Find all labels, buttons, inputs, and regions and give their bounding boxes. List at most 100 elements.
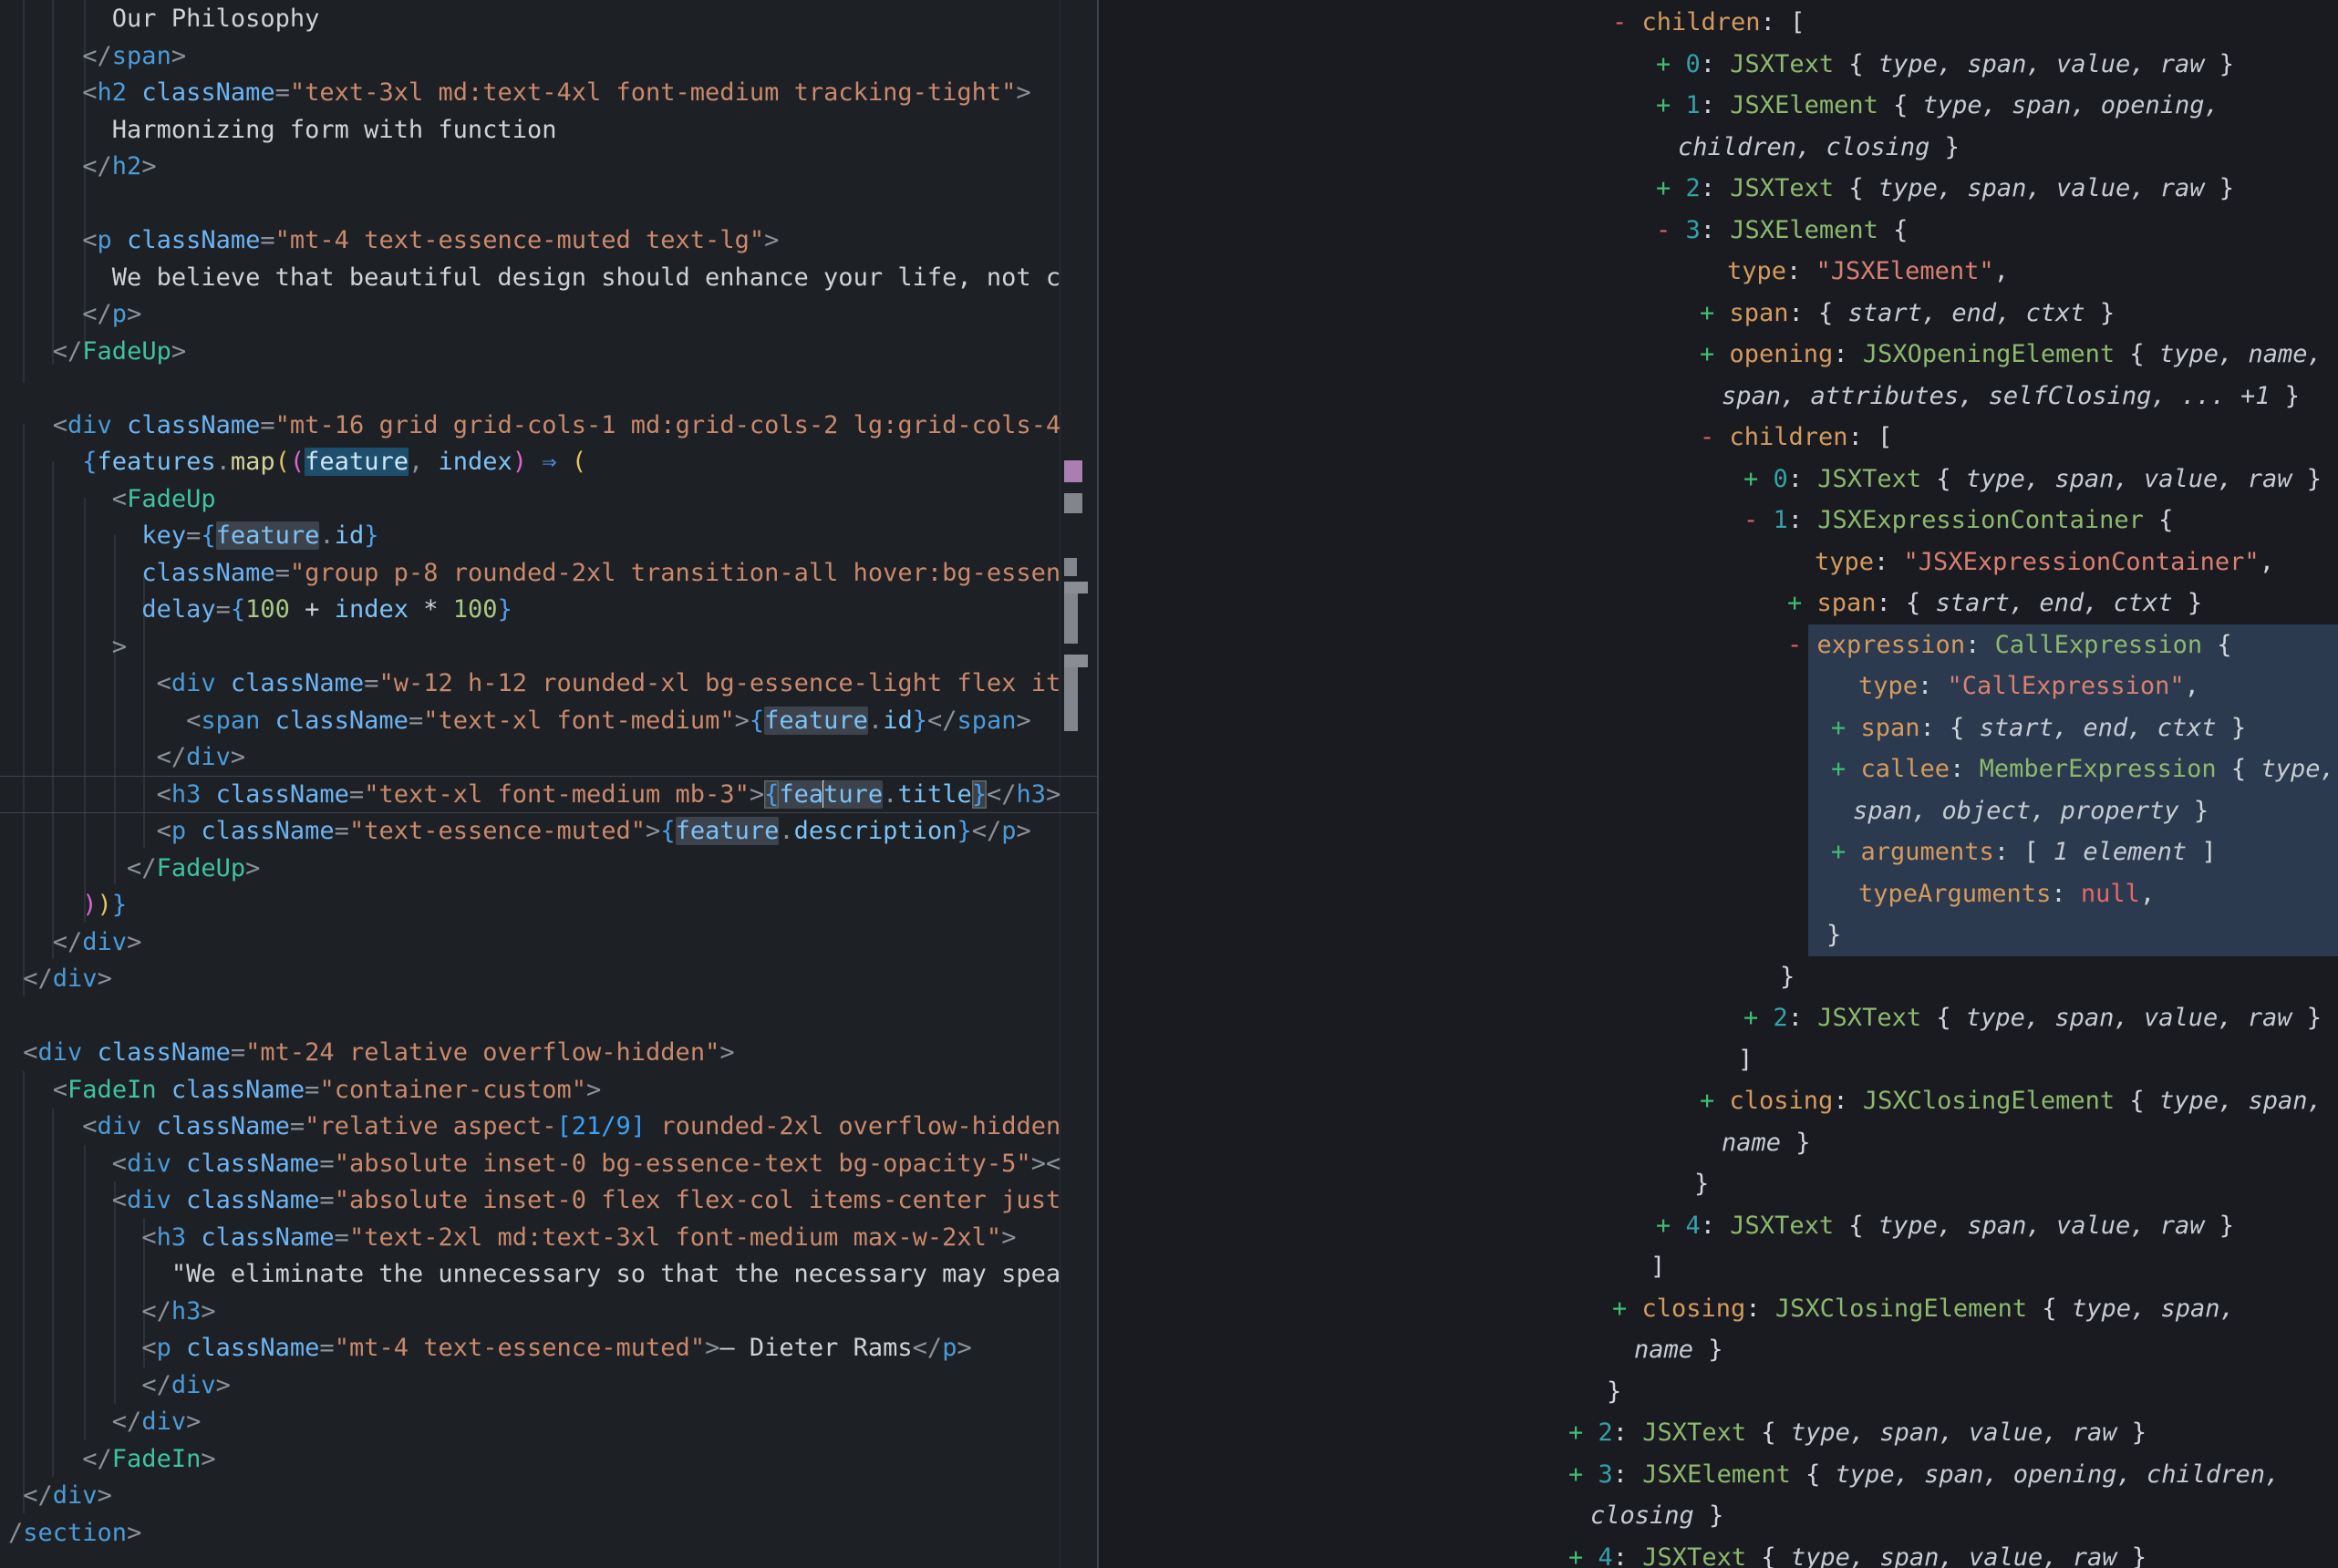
code-line[interactable]: [0, 370, 1063, 407]
code-line[interactable]: <p className="mt-4 text-essence-muted te…: [0, 222, 1063, 260]
ast-tree-row[interactable]: ]: [1099, 1039, 2338, 1081]
code-lines[interactable]: Our Philosophy </span> <h2 className="te…: [0, 1, 1063, 1568]
expand-toggle-icon[interactable]: +: [1831, 714, 1861, 742]
ast-tree-row[interactable]: - 1: JSXExpressionContainer {: [1099, 500, 2338, 542]
expand-toggle-icon[interactable]: +: [1831, 755, 1861, 783]
ast-tree-row[interactable]: + span: { start, end, ctxt }: [1099, 293, 2338, 335]
code-line[interactable]: <div className="mt-16 grid grid-cols-1 m…: [0, 407, 1063, 445]
code-line[interactable]: <div className="absolute inset-0 flex fl…: [0, 1182, 1063, 1220]
code-line[interactable]: <h3 className="text-2xl md:text-3xl font…: [0, 1220, 1063, 1257]
ast-tree-row[interactable]: - children: [: [1099, 2, 2338, 44]
ast-tree-row[interactable]: span, attributes, selfClosing, ... +1 }: [1099, 376, 2338, 418]
ast-tree-row[interactable]: }: [1099, 956, 2338, 998]
expand-toggle-icon[interactable]: +: [1656, 1212, 1686, 1240]
ast-tree-row[interactable]: + 4: JSXText { type, span, value, raw }: [1099, 1537, 2338, 1568]
code-line[interactable]: </div>: [0, 1478, 1063, 1515]
expand-toggle-icon[interactable]: +: [1787, 589, 1817, 617]
pane-divider[interactable]: [1097, 0, 1099, 1568]
ast-tree-row[interactable]: + 4: JSXText { type, span, value, raw }: [1099, 1205, 2338, 1247]
ast-tree-row[interactable]: type: "CallExpression",: [1099, 665, 2338, 707]
expand-toggle-icon[interactable]: +: [1700, 1087, 1730, 1115]
code-line[interactable]: </p>: [0, 296, 1063, 334]
code-line[interactable]: Our Philosophy: [0, 1, 1063, 38]
expand-toggle-icon[interactable]: +: [1743, 1004, 1774, 1032]
ast-tree-row[interactable]: + arguments: [ 1 element ]: [1099, 831, 2338, 873]
ast-tree-row[interactable]: + span: { start, end, ctxt }: [1099, 707, 2338, 749]
ast-tree-row[interactable]: name }: [1099, 1122, 2338, 1164]
code-line[interactable]: [0, 186, 1063, 223]
ast-tree-row[interactable]: + 2: JSXText { type, span, value, raw }: [1099, 1412, 2338, 1454]
code-line[interactable]: </h3>: [0, 1294, 1063, 1331]
expand-toggle-icon[interactable]: +: [1612, 1295, 1642, 1323]
ast-tree-row[interactable]: type: "JSXElement",: [1099, 251, 2338, 293]
code-line[interactable]: <div className="w-12 h-12 rounded-xl bg-…: [0, 665, 1063, 703]
code-line[interactable]: [0, 998, 1063, 1036]
expand-toggle-icon[interactable]: +: [1700, 299, 1730, 327]
code-line[interactable]: Harmonizing form with function: [0, 112, 1063, 150]
code-line[interactable]: </div>: [0, 924, 1063, 962]
code-line[interactable]: <span className="text-xl font-medium">{f…: [0, 703, 1063, 740]
ast-tree-row[interactable]: + 2: JSXText { type, span, value, raw }: [1099, 168, 2338, 210]
ast-tree-row[interactable]: ]: [1099, 1246, 2338, 1288]
code-line[interactable]: ))}: [0, 887, 1063, 924]
expand-toggle-icon[interactable]: +: [1656, 91, 1686, 119]
ast-tree-row[interactable]: + 3: JSXElement { type, span, opening, c…: [1099, 1454, 2338, 1496]
code-editor-pane[interactable]: Our Philosophy </span> <h2 className="te…: [0, 0, 1097, 1568]
ast-tree-row[interactable]: + opening: JSXOpeningElement { type, nam…: [1099, 334, 2338, 376]
code-line[interactable]: We believe that beautiful design should …: [0, 260, 1063, 297]
ast-tree-row[interactable]: children, closing }: [1099, 127, 2338, 169]
expand-toggle-icon[interactable]: +: [1700, 340, 1730, 368]
ast-tree-row[interactable]: closing }: [1099, 1495, 2338, 1537]
ast-tree-row[interactable]: typeArguments: null,: [1099, 873, 2338, 915]
code-line[interactable]: </div>: [0, 1404, 1063, 1441]
ast-tree-row[interactable]: span, object, property }: [1099, 790, 2338, 832]
code-line[interactable]: <div className="mt-24 relative overflow-…: [0, 1035, 1063, 1072]
code-line[interactable]: </FadeUp>: [0, 334, 1063, 371]
ast-tree-row[interactable]: }: [1099, 914, 2338, 956]
collapse-toggle-icon[interactable]: -: [1656, 216, 1686, 244]
ast-tree-row[interactable]: - expression: CallExpression {: [1099, 624, 2338, 666]
ast-tree-row[interactable]: type: "JSXExpressionContainer",: [1099, 542, 2338, 583]
expand-toggle-icon[interactable]: +: [1568, 1460, 1598, 1489]
ast-tree-row[interactable]: name }: [1099, 1329, 2338, 1371]
ast-tree-row[interactable]: + span: { start, end, ctxt }: [1099, 583, 2338, 624]
ast-tree-pane[interactable]: - children: [+ 0: JSXText { type, span, …: [1099, 0, 2338, 1568]
code-line[interactable]: {features.map((feature, index) ⇒ (: [0, 444, 1063, 481]
expand-toggle-icon[interactable]: +: [1656, 50, 1686, 78]
expand-toggle-icon[interactable]: +: [1568, 1543, 1598, 1568]
code-line[interactable]: className="group p-8 rounded-2xl transit…: [0, 555, 1063, 593]
expand-toggle-icon[interactable]: +: [1568, 1418, 1598, 1447]
expand-toggle-icon[interactable]: +: [1831, 838, 1861, 866]
expand-toggle-icon[interactable]: +: [1656, 174, 1686, 202]
code-line[interactable]: </div>: [0, 1367, 1063, 1405]
code-line[interactable]: <div className="absolute inset-0 bg-esse…: [0, 1146, 1063, 1183]
code-line[interactable]: <h2 className="text-3xl md:text-4xl font…: [0, 75, 1063, 112]
collapse-toggle-icon[interactable]: -: [1700, 423, 1730, 451]
code-line[interactable]: "We eliminate the unnecessary so that th…: [0, 1256, 1063, 1294]
collapse-toggle-icon[interactable]: -: [1743, 506, 1774, 534]
collapse-toggle-icon[interactable]: -: [1612, 8, 1642, 36]
code-line[interactable]: </span>: [0, 38, 1063, 76]
ast-tree-row[interactable]: - 3: JSXElement {: [1099, 210, 2338, 252]
code-line[interactable]: </FadeIn>: [0, 1441, 1063, 1479]
ast-tree-row[interactable]: }: [1099, 1163, 2338, 1205]
ast-tree-row[interactable]: + closing: JSXClosingElement { type, spa…: [1099, 1080, 2338, 1122]
code-line[interactable]: <FadeIn className="container-custom">: [0, 1072, 1063, 1109]
ast-tree-row[interactable]: + 2: JSXText { type, span, value, raw }: [1099, 997, 2338, 1039]
code-line[interactable]: </div>: [0, 961, 1063, 998]
code-line[interactable]: delay={100 + index * 100}: [0, 592, 1063, 629]
collapse-toggle-icon[interactable]: -: [1787, 631, 1817, 659]
code-line[interactable]: <p className="mt-4 text-essence-muted">—…: [0, 1330, 1063, 1367]
code-line[interactable]: <div className="relative aspect-[21/9] r…: [0, 1109, 1063, 1146]
code-line[interactable]: key={feature.id}: [0, 518, 1063, 555]
expand-toggle-icon[interactable]: +: [1743, 465, 1774, 493]
code-line[interactable]: <FadeUp: [0, 481, 1063, 519]
code-line[interactable]: <p className="text-essence-muted">{featu…: [0, 813, 1063, 851]
code-line[interactable]: >: [0, 629, 1063, 666]
code-line[interactable]: </FadeUp>: [0, 851, 1063, 888]
ast-tree-row[interactable]: + 0: JSXText { type, span, value, raw }: [1099, 459, 2338, 500]
ast-tree-row[interactable]: + callee: MemberExpression { type,: [1099, 748, 2338, 790]
ast-tree-row[interactable]: + closing: JSXClosingElement { type, spa…: [1099, 1288, 2338, 1330]
code-line[interactable]: </h2>: [0, 149, 1063, 186]
ast-tree-row[interactable]: + 0: JSXText { type, span, value, raw }: [1099, 44, 2338, 86]
